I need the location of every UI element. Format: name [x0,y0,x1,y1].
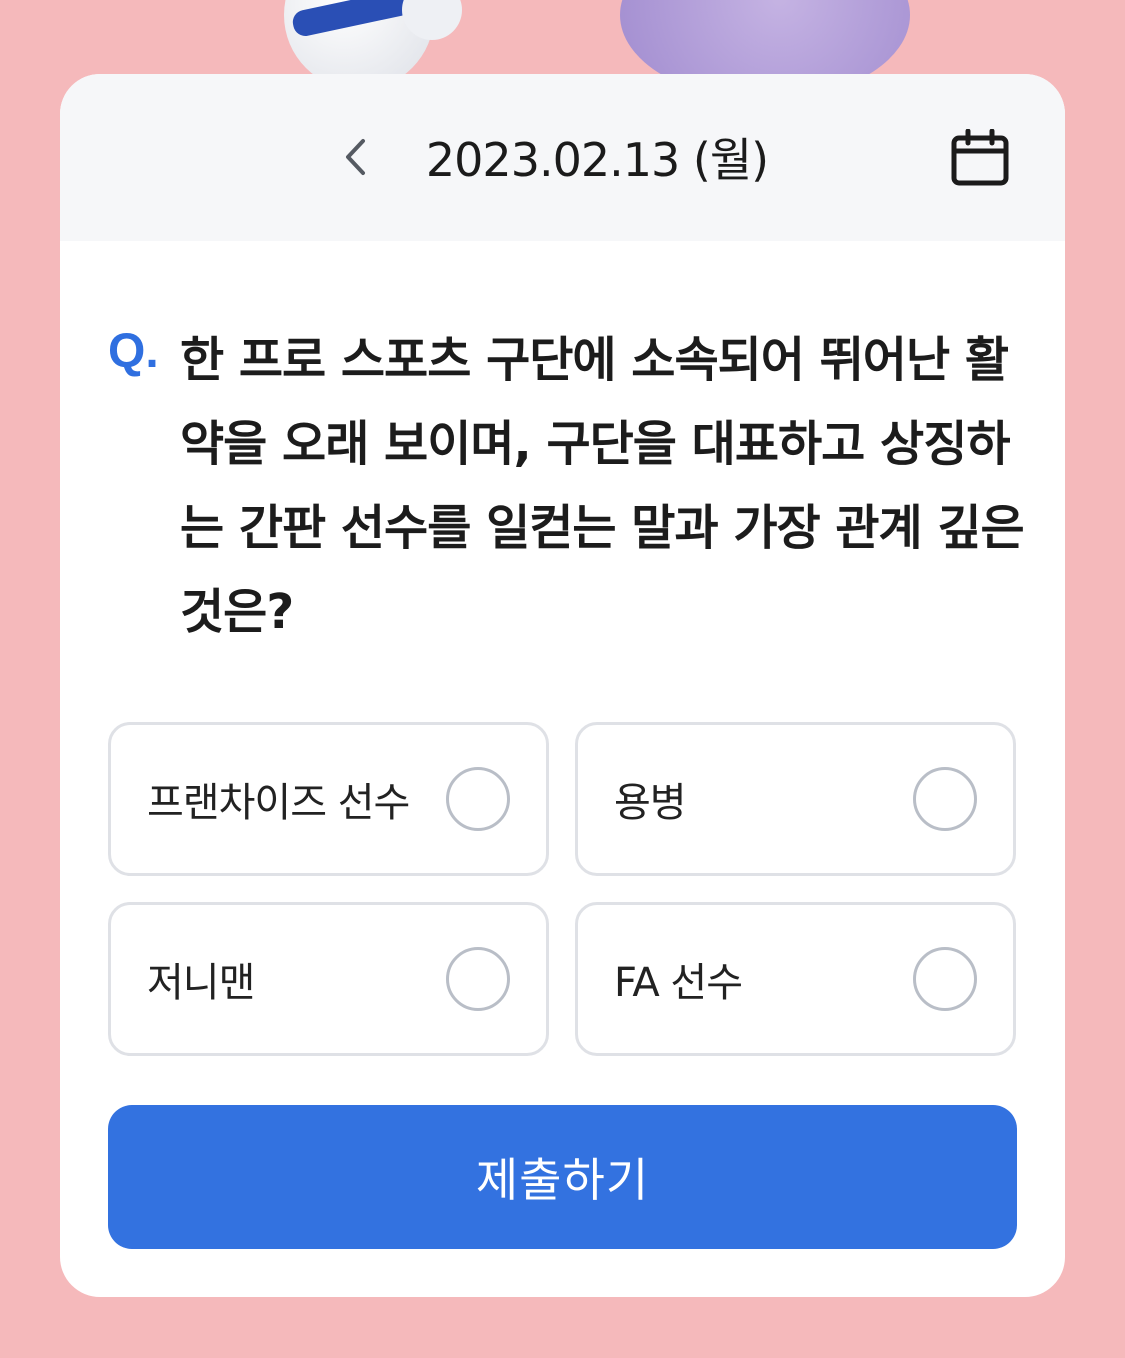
chevron-left-icon [346,139,365,175]
answer-option-1[interactable]: 프랜차이즈 선수 [108,722,549,876]
date-header: 2023.02.13 (월) [60,74,1065,241]
answer-option-2[interactable]: 용병 [575,722,1016,876]
calendar-button[interactable] [948,126,1012,190]
calendar-icon [951,129,1009,186]
current-date: 2023.02.13 (월) [425,133,769,187]
quiz-screen: 2023.02.13 (월) Q. 한 프로 스포츠 구단에 소속되어 뛰어난 … [0,0,1125,1358]
quiz-card: 2023.02.13 (월) Q. 한 프로 스포츠 구단에 소속되어 뛰어난 … [60,74,1065,1297]
answer-option-label: 용병 [614,780,687,826]
question-text: 한 프로 스포츠 구단에 소속되어 뛰어난 활약을 오래 보이며, 구단을 대표… [180,332,1025,640]
radio-circle-icon[interactable] [913,947,977,1011]
submit-button[interactable]: 제출하기 [108,1105,1017,1249]
question-prefix: Q. [108,325,159,378]
answer-option-4[interactable]: FA 선수 [575,902,1016,1056]
previous-date-button[interactable] [330,132,380,182]
answer-option-label: 저니맨 [147,960,255,1006]
radio-circle-icon[interactable] [446,947,510,1011]
radio-circle-icon[interactable] [913,767,977,831]
answer-option-3[interactable]: 저니맨 [108,902,549,1056]
answer-option-label: 프랜차이즈 선수 [147,780,410,826]
answer-option-label: FA 선수 [614,960,743,1006]
radio-circle-icon[interactable] [446,767,510,831]
